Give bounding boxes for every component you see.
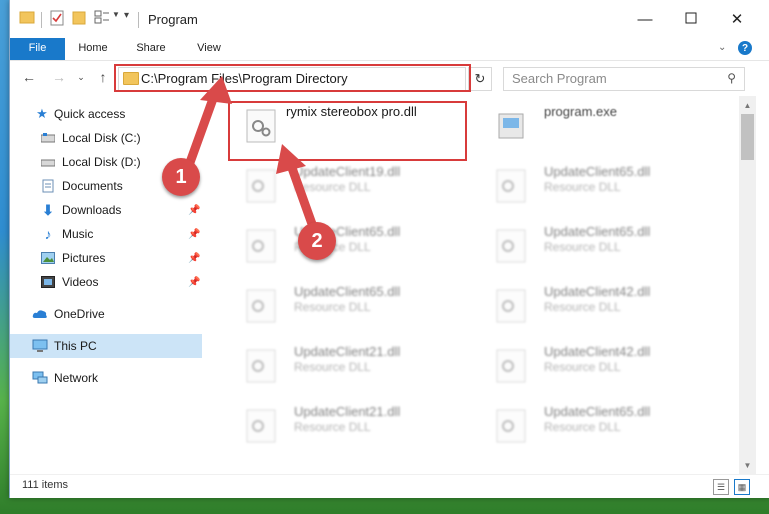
callout-number-1: 1 [162, 158, 200, 196]
callout-arrowhead-2 [276, 144, 306, 174]
annotation-arrows [183, 76, 317, 229]
callout-number-2: 2 [298, 222, 336, 260]
callout-arrow-1 [183, 91, 219, 173]
callout-arrowhead-1 [200, 76, 232, 104]
callout-arrow-2 [287, 163, 317, 229]
